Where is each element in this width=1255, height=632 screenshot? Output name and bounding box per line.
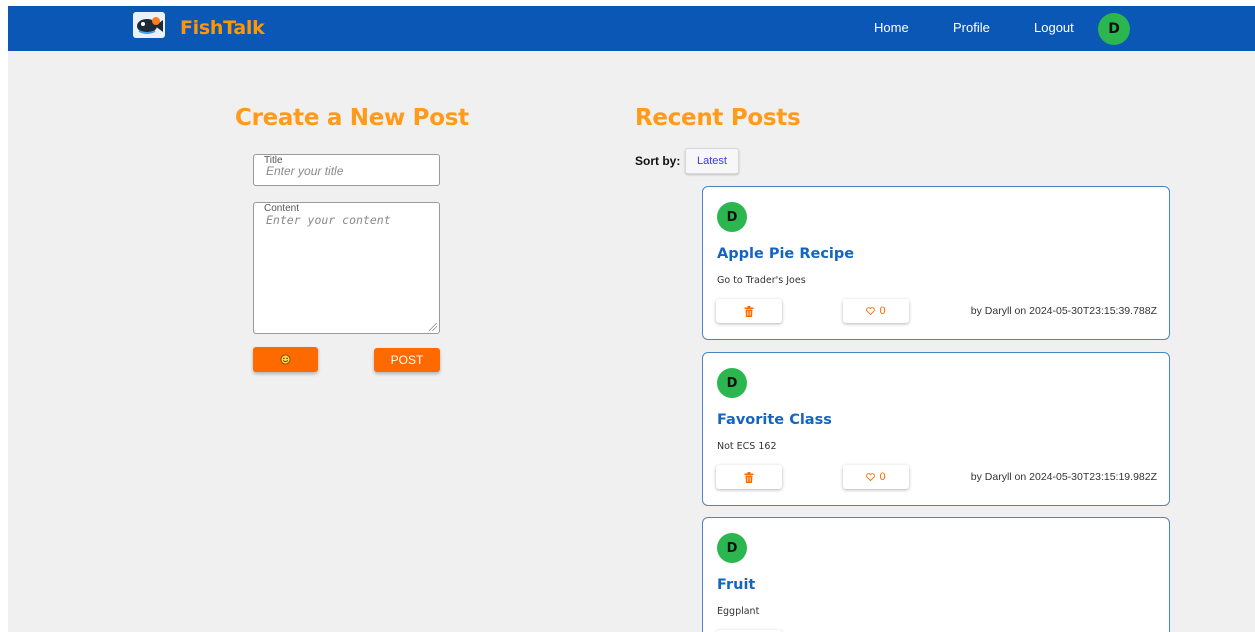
trash-icon: [744, 471, 754, 483]
post-content: Go to Trader's Joes: [717, 275, 806, 286]
post-author-avatar: D: [717, 202, 747, 232]
resize-handle-icon[interactable]: [429, 323, 437, 331]
post-card: D Favorite Class Not ECS 162 0 by Daryll…: [702, 352, 1170, 506]
post-meta: by Daryll on 2024-05-30T23:15:19.982Z: [970, 471, 1157, 483]
like-button[interactable]: 0: [843, 465, 909, 489]
trash-icon: [744, 305, 754, 317]
fish-logo-icon[interactable]: [133, 12, 165, 38]
post-card: D Fruit Eggplant: [702, 517, 1170, 632]
delete-post-button[interactable]: [716, 299, 782, 323]
sort-label: Sort by:: [635, 154, 681, 168]
user-avatar[interactable]: D: [1098, 13, 1130, 45]
like-button[interactable]: 0: [843, 299, 909, 323]
post-title[interactable]: Favorite Class: [717, 412, 832, 428]
post-content: Eggplant: [717, 606, 760, 617]
like-count: 0: [879, 305, 886, 317]
nav-home-link[interactable]: Home: [874, 20, 909, 35]
post-button[interactable]: POST: [374, 348, 440, 372]
post-author-avatar: D: [717, 533, 747, 563]
post-author-avatar: D: [717, 368, 747, 398]
post-card: D Apple Pie Recipe Go to Trader's Joes 0…: [702, 186, 1170, 340]
content-placeholder: Enter your content: [266, 213, 391, 227]
nav-logout-link[interactable]: Logout: [1034, 20, 1074, 35]
sort-latest-button[interactable]: Latest: [685, 148, 739, 174]
smiley-icon: [280, 354, 291, 365]
app-window: FishTalk Home Profile Logout D Create a …: [8, 6, 1255, 632]
emoji-button[interactable]: [253, 347, 318, 372]
brand-title[interactable]: FishTalk: [180, 17, 265, 39]
post-content: Not ECS 162: [717, 441, 777, 452]
recent-posts-heading: Recent Posts: [635, 105, 801, 131]
create-post-heading: Create a New Post: [235, 105, 469, 131]
heart-icon: [866, 473, 876, 481]
title-placeholder: Enter your title: [266, 164, 344, 178]
post-meta: by Daryll on 2024-05-30T23:15:39.788Z: [970, 305, 1157, 317]
title-input[interactable]: Title Enter your title: [253, 154, 440, 186]
delete-post-button[interactable]: [716, 465, 782, 489]
content-textarea[interactable]: Content Enter your content: [253, 202, 440, 334]
post-title[interactable]: Fruit: [717, 577, 755, 593]
top-navbar: FishTalk Home Profile Logout D: [8, 6, 1255, 51]
heart-icon: [866, 307, 876, 315]
like-count: 0: [879, 471, 886, 483]
post-title[interactable]: Apple Pie Recipe: [717, 246, 854, 262]
nav-profile-link[interactable]: Profile: [953, 20, 990, 35]
